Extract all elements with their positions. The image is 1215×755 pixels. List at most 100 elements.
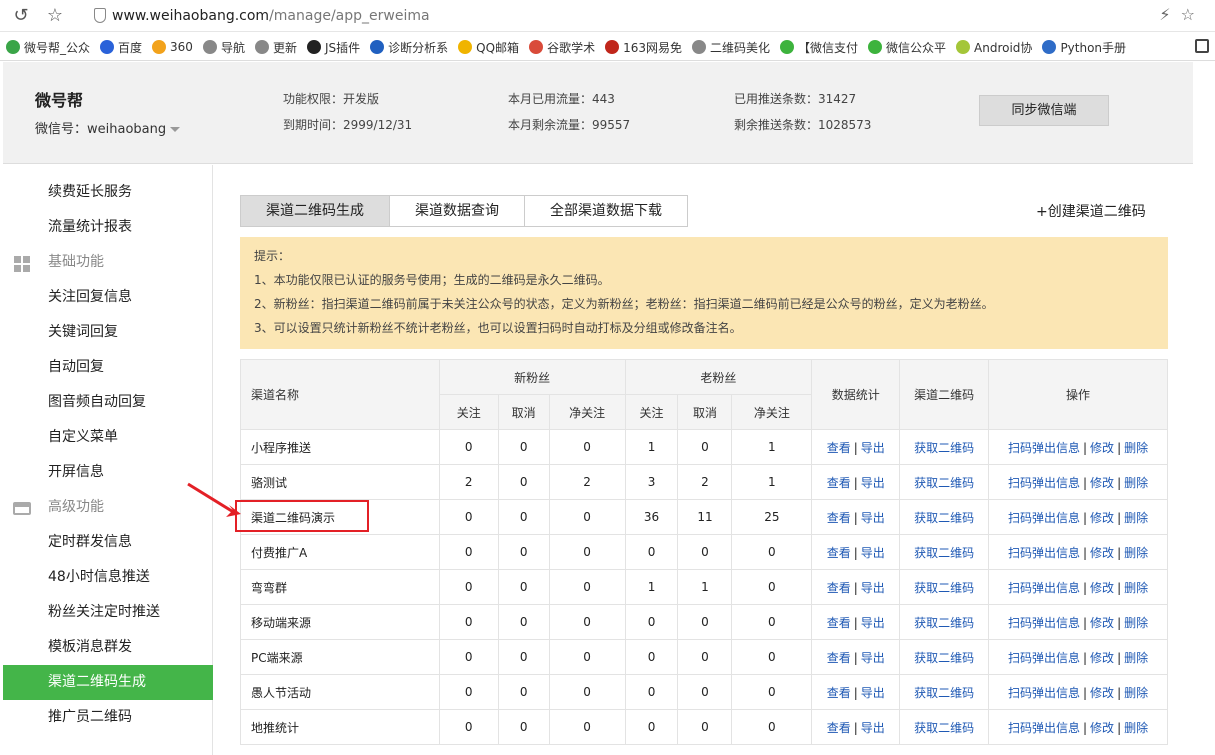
sidebar-item[interactable]: 自动回复 <box>3 350 213 385</box>
export-link[interactable]: 导出 <box>861 721 885 735</box>
bookmark-label: 导航 <box>220 40 245 55</box>
bookmark-icon <box>605 40 620 54</box>
sync-wechat-button[interactable]: 同步微信端 <box>979 95 1109 126</box>
get-qrcode-link[interactable]: 获取二维码 <box>914 616 974 630</box>
edit-link[interactable]: 修改 <box>1090 511 1114 525</box>
bookmark-label: 百度 <box>118 40 143 55</box>
scan-popup-info-link[interactable]: 扫码弹出信息 <box>1008 546 1080 560</box>
view-link[interactable]: 查看 <box>827 651 851 665</box>
sidebar-item[interactable]: 模板消息群发 <box>3 630 213 665</box>
scan-popup-info-link[interactable]: 扫码弹出信息 <box>1008 511 1080 525</box>
bookmark-item[interactable]: 二维码美化 <box>691 33 770 60</box>
scan-popup-info-link[interactable]: 扫码弹出信息 <box>1008 476 1080 490</box>
edit-link[interactable]: 修改 <box>1090 616 1114 630</box>
export-link[interactable]: 导出 <box>861 546 885 560</box>
delete-link[interactable]: 删除 <box>1124 511 1148 525</box>
view-link[interactable]: 查看 <box>827 686 851 700</box>
get-qrcode-link[interactable]: 获取二维码 <box>914 721 974 735</box>
scan-popup-info-link[interactable]: 扫码弹出信息 <box>1008 721 1080 735</box>
bookmark-item[interactable]: 微号帮_公众 <box>6 33 90 60</box>
view-link[interactable]: 查看 <box>827 721 851 735</box>
bookmark-item[interactable]: Android协 <box>956 33 1032 60</box>
edit-link[interactable]: 修改 <box>1090 476 1114 490</box>
export-link[interactable]: 导出 <box>861 616 885 630</box>
get-qrcode-link[interactable]: 获取二维码 <box>914 581 974 595</box>
bookmark-item[interactable]: QQ邮箱 <box>458 33 519 60</box>
export-link[interactable]: 导出 <box>861 581 885 595</box>
scan-popup-info-link[interactable]: 扫码弹出信息 <box>1008 581 1080 595</box>
tab-data-query[interactable]: 渠道数据查询 <box>390 196 525 226</box>
get-qrcode-link[interactable]: 获取二维码 <box>914 546 974 560</box>
bookmark-item[interactable]: JS插件 <box>306 33 360 60</box>
account-switcher[interactable]: 微信号：weihaobang <box>35 118 181 137</box>
delete-link[interactable]: 删除 <box>1124 616 1148 630</box>
delete-link[interactable]: 删除 <box>1124 476 1148 490</box>
sidebar-item[interactable]: 推广员二维码 <box>3 700 213 735</box>
create-qrcode-link[interactable]: +创建渠道二维码 <box>1036 201 1146 221</box>
get-qrcode-link[interactable]: 获取二维码 <box>914 476 974 490</box>
sidebar-item[interactable]: 关注回复信息 <box>3 280 213 315</box>
export-link[interactable]: 导出 <box>861 651 885 665</box>
edit-link[interactable]: 修改 <box>1090 546 1114 560</box>
delete-link[interactable]: 删除 <box>1124 546 1148 560</box>
view-link[interactable]: 查看 <box>827 546 851 560</box>
tab-qrcode-generate[interactable]: 渠道二维码生成 <box>241 196 390 226</box>
header-net: 净关注 <box>548 394 626 430</box>
bookmark-item[interactable]: 360 <box>152 33 193 60</box>
sidebar-item[interactable]: 粉丝关注定时推送 <box>3 595 213 630</box>
view-link[interactable]: 查看 <box>827 581 851 595</box>
bookmark-item[interactable]: 百度 <box>100 33 143 60</box>
delete-link[interactable]: 删除 <box>1124 581 1148 595</box>
sidebar-item[interactable]: 渠道二维码生成 <box>3 665 213 700</box>
delete-link[interactable]: 删除 <box>1124 721 1148 735</box>
sidebar-item[interactable]: 48小时信息推送 <box>3 560 213 595</box>
favorite-star-icon[interactable]: ☆ <box>1181 5 1205 24</box>
shield-icon[interactable] <box>94 8 106 23</box>
bookmark-item[interactable]: 谷歌学术 <box>529 33 595 60</box>
scan-popup-info-link[interactable]: 扫码弹出信息 <box>1008 686 1080 700</box>
sidebar-item[interactable]: 流量统计报表 <box>3 210 213 245</box>
get-qrcode-link[interactable]: 获取二维码 <box>914 686 974 700</box>
reload-icon[interactable]: ↺ <box>10 5 32 27</box>
delete-link[interactable]: 删除 <box>1124 686 1148 700</box>
bookmark-item[interactable]: 微信公众平 <box>868 33 946 60</box>
sidebar-item[interactable]: 关键词回复 <box>3 315 213 350</box>
bookmark-item[interactable]: Python手册 <box>1042 33 1126 60</box>
export-link[interactable]: 导出 <box>861 686 885 700</box>
view-link[interactable]: 查看 <box>827 476 851 490</box>
view-link[interactable]: 查看 <box>827 511 851 525</box>
get-qrcode-link[interactable]: 获取二维码 <box>914 651 974 665</box>
delete-link[interactable]: 删除 <box>1124 441 1148 455</box>
edit-link[interactable]: 修改 <box>1090 581 1114 595</box>
scan-popup-info-link[interactable]: 扫码弹出信息 <box>1008 616 1080 630</box>
bookmark-item[interactable]: 更新 <box>254 33 297 60</box>
bookmark-item[interactable]: 诊断分析系 <box>370 33 448 60</box>
export-link[interactable]: 导出 <box>861 511 885 525</box>
scan-popup-info-link[interactable]: 扫码弹出信息 <box>1008 441 1080 455</box>
delete-link[interactable]: 删除 <box>1124 651 1148 665</box>
view-link[interactable]: 查看 <box>827 616 851 630</box>
tab-data-download[interactable]: 全部渠道数据下载 <box>525 196 687 226</box>
reading-list-icon[interactable] <box>1195 39 1209 53</box>
view-link[interactable]: 查看 <box>827 441 851 455</box>
sidebar-item[interactable]: 自定义菜单 <box>3 420 213 455</box>
star-icon[interactable]: ☆ <box>44 5 66 27</box>
scan-popup-info-link[interactable]: 扫码弹出信息 <box>1008 651 1080 665</box>
edit-link[interactable]: 修改 <box>1090 721 1114 735</box>
sidebar-item[interactable]: 图音频自动回复 <box>3 385 213 420</box>
bookmark-item[interactable]: 【微信支付 <box>780 33 858 60</box>
bookmark-item[interactable]: 导航 <box>202 33 245 60</box>
bookmark-item[interactable]: 163网易免 <box>605 33 682 60</box>
export-link[interactable]: 导出 <box>861 441 885 455</box>
edit-link[interactable]: 修改 <box>1090 441 1114 455</box>
edit-link[interactable]: 修改 <box>1090 686 1114 700</box>
lightning-icon[interactable]: ⚡ <box>1159 5 1180 24</box>
edit-link[interactable]: 修改 <box>1090 651 1114 665</box>
sidebar-item[interactable]: 续费延长服务 <box>3 175 213 210</box>
get-qrcode-link[interactable]: 获取二维码 <box>914 441 974 455</box>
sidebar-item[interactable]: 开屏信息 <box>3 455 213 490</box>
export-link[interactable]: 导出 <box>861 476 885 490</box>
sidebar-item[interactable]: 定时群发信息 <box>3 525 213 560</box>
get-qrcode-link[interactable]: 获取二维码 <box>914 511 974 525</box>
count-cell: 0 <box>731 604 813 640</box>
